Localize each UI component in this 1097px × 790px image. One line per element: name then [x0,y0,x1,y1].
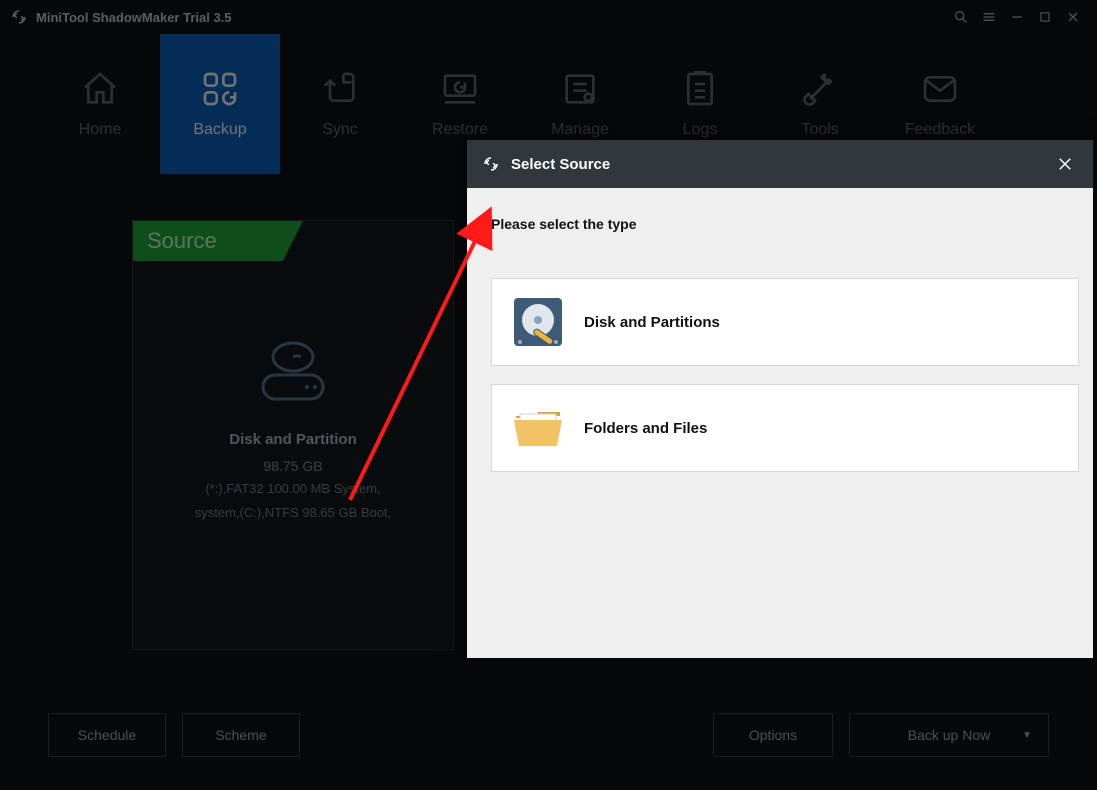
option-disk-partitions[interactable]: Disk and Partitions [491,278,1079,366]
sync-arrows-icon [481,154,501,174]
app-window: MiniTool ShadowMaker Trial 3.5 Home [0,0,1097,790]
folder-icon [510,400,566,456]
modal-header: Select Source [467,140,1093,188]
select-source-modal: Select Source Please select the type [467,140,1093,658]
option-label: Disk and Partitions [584,314,720,331]
modal-prompt: Please select the type [491,216,1079,232]
option-label: Folders and Files [584,420,707,437]
modal-close-button[interactable] [1051,150,1079,178]
modal-title: Select Source [511,156,610,173]
option-folders-files[interactable]: Folders and Files [491,384,1079,472]
hard-disk-icon [510,294,566,350]
